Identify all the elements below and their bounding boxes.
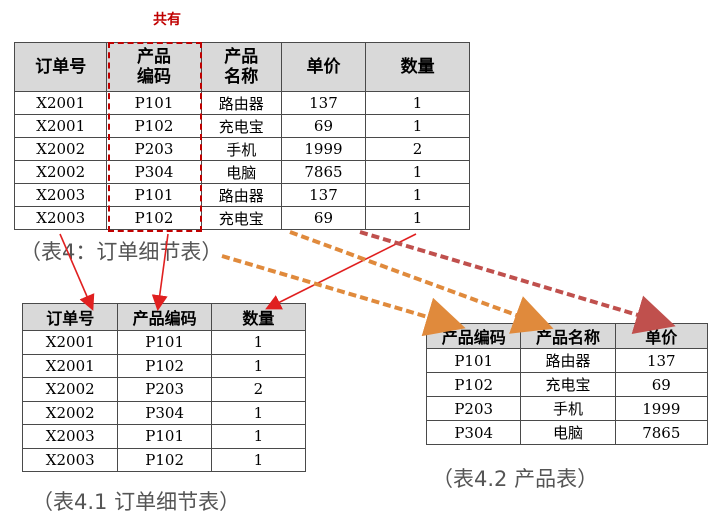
arrow-order-id (59, 233, 95, 311)
arrow-to-product-code (221, 254, 466, 337)
arrow-to-product-name (289, 230, 554, 334)
relation-arrows (59, 230, 676, 337)
arrow-product-code (151, 233, 169, 312)
